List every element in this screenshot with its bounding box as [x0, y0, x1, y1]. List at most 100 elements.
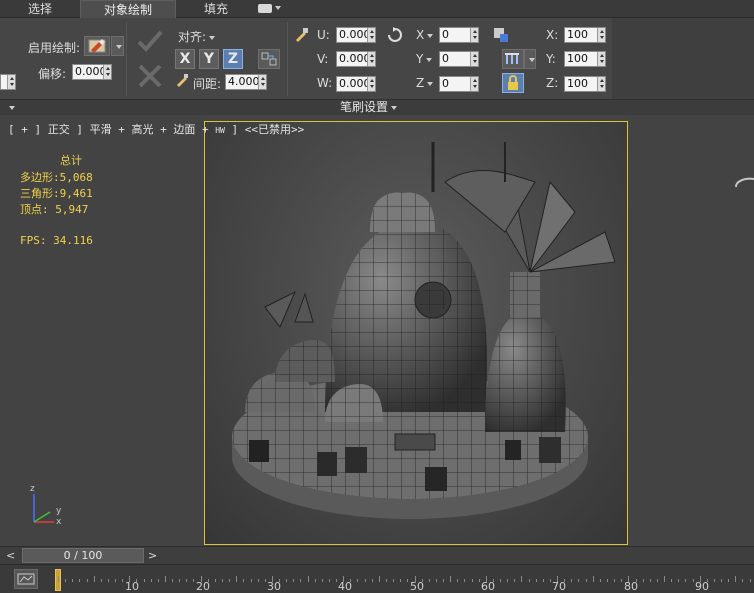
timeline-tick [592, 576, 594, 582]
tick-label: 20 [196, 580, 210, 593]
timeline-tick [649, 579, 651, 582]
timeline-tick [257, 579, 259, 582]
timeline-tick [542, 579, 544, 582]
timeline-tick [614, 579, 616, 582]
scale-y-spinner[interactable]: 100 [564, 51, 606, 67]
scale-bars-icon [505, 53, 519, 64]
rotate-y-spinner[interactable]: 0 [439, 51, 479, 67]
ribbon-options-dropdown[interactable] [258, 3, 284, 15]
align-options-button[interactable] [258, 49, 280, 69]
brush-settings-toggle[interactable]: 笔刷设置 [340, 100, 398, 115]
axis-tripod-icon [33, 494, 54, 523]
scale-z-value: 100 [567, 77, 588, 90]
perspective-viewport[interactable] [204, 121, 628, 545]
timeline-tick [378, 576, 380, 582]
timeline-tick [157, 579, 159, 582]
timeline-tick [728, 579, 730, 582]
timeline-tick [599, 579, 601, 582]
track-bar-toggle-button[interactable] [14, 569, 38, 589]
tab-populate[interactable]: 填充 [194, 0, 238, 18]
paint-brush-button[interactable] [84, 36, 110, 56]
commit-button[interactable] [136, 28, 164, 54]
timeline-tick [150, 579, 152, 582]
align-x-button[interactable]: X [175, 49, 195, 69]
timeline-tick [264, 579, 266, 582]
timeline-tick [314, 579, 316, 582]
timeline-tick [749, 579, 751, 582]
timeline-tick [549, 579, 551, 582]
chevron-down-icon [116, 45, 122, 49]
v-value: 0.000 [339, 52, 371, 65]
timeline-tick [122, 579, 124, 582]
timeline-tick [164, 576, 166, 582]
align-y-button[interactable]: Y [199, 49, 219, 69]
u-spinner[interactable]: 0.000 [336, 27, 376, 43]
timeline-tick [186, 579, 188, 582]
uvw-offset-icon [296, 28, 308, 42]
scale-x-spinner[interactable]: 100 [564, 27, 606, 43]
viewport-label-disabled[interactable]: ] <<已禁用>> [231, 123, 304, 136]
viewcube-ring[interactable] [732, 173, 754, 197]
stats-triangles: 三角形:9,461 [20, 187, 93, 200]
timeline-tick [585, 579, 587, 582]
v-spinner[interactable]: 0.000 [336, 51, 376, 67]
track-bar[interactable]: 10 20 30 40 50 60 70 80 90 [0, 564, 754, 593]
tab-object-paint[interactable]: 对象绘制 [80, 0, 176, 18]
viewport-hw-label[interactable]: HW [215, 126, 225, 135]
rotate-x-label[interactable]: X [416, 28, 434, 42]
timeline-tick [79, 579, 81, 582]
rotate-icon[interactable] [386, 26, 404, 44]
timeline-tick [457, 579, 459, 582]
timeline-tick [621, 579, 623, 582]
spacing-icon [177, 74, 188, 87]
chevron-down-icon [529, 58, 535, 62]
timeline-tick [742, 579, 744, 582]
cancel-button[interactable] [136, 62, 164, 90]
panel-collapse-icon[interactable] [9, 106, 15, 110]
tick-label: 80 [624, 580, 638, 593]
rotate-x-value: 0 [442, 28, 449, 41]
timeline-tick [72, 579, 74, 582]
scale-mode-dropdown[interactable] [524, 49, 536, 69]
w-spinner[interactable]: 0.000 [336, 76, 376, 92]
timeline-tick [371, 579, 373, 582]
timeline-tick [450, 576, 452, 582]
scale-mode-button[interactable] [502, 49, 524, 69]
rotate-x-spinner[interactable]: 0 [439, 27, 479, 43]
stats-fps: FPS: 34.116 [20, 234, 93, 247]
scale-icon[interactable] [492, 26, 510, 44]
paint-brush-dropdown[interactable] [111, 36, 124, 56]
chevron-down-icon [427, 33, 434, 38]
align-z-button[interactable]: Z [223, 49, 243, 69]
rotate-z-spinner[interactable]: 0 [439, 76, 479, 92]
timeline-tick [678, 579, 680, 582]
timeline-tick [93, 576, 95, 582]
axis-z-label: z [30, 484, 35, 494]
scale-lock-button[interactable] [502, 73, 524, 93]
tab-select[interactable]: 选择 [18, 0, 62, 18]
rotate-z-label[interactable]: Z [416, 76, 434, 90]
timeline-tick [250, 579, 252, 582]
time-slider[interactable]: < 0 / 100 > [0, 546, 754, 564]
lock-icon [508, 75, 518, 90]
clipped-spinner[interactable] [0, 74, 16, 90]
stats-polygons: 多边形:5,068 [20, 171, 93, 184]
offset-label: 偏移: [38, 67, 67, 81]
scale-y-label: Y: [546, 52, 556, 66]
timeline-tick [328, 579, 330, 582]
timeline-tick [607, 579, 608, 582]
offset-spinner[interactable]: 0.000 [72, 64, 112, 80]
timeline-tick [571, 579, 573, 582]
spacing-spinner[interactable]: 4.000 [225, 74, 267, 90]
tick-label: 90 [695, 580, 709, 593]
time-next-button[interactable]: > [148, 548, 162, 563]
align-label[interactable]: 对齐: [178, 28, 216, 45]
rotate-y-label[interactable]: Y [416, 52, 433, 66]
time-slider-thumb[interactable]: 0 / 100 [22, 548, 144, 563]
viewport-label-menu[interactable]: [ + ] 正交 ] 平滑 + 高光 + 边面 + [8, 123, 209, 136]
stats-vertices: 顶点: 5,947 [20, 203, 89, 216]
viewport-label[interactable]: [ + ] 正交 ] 平滑 + 高光 + 边面 + HW ] <<已禁用>> [8, 121, 304, 137]
scale-z-spinner[interactable]: 100 [564, 76, 606, 92]
time-prev-button[interactable]: < [6, 548, 20, 563]
u-label: U: [317, 28, 330, 42]
